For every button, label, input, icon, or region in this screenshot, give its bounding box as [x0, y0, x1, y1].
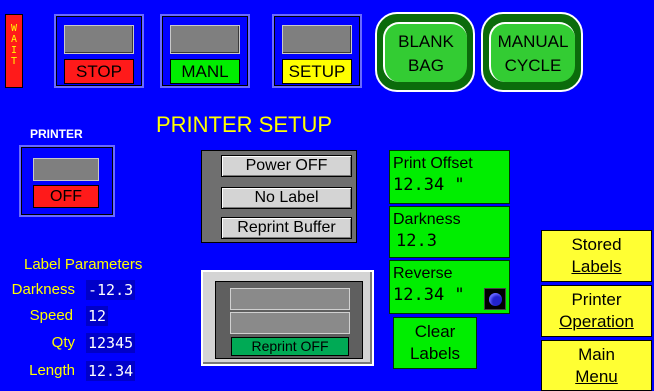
- stored-labels-line1: Stored: [571, 235, 622, 254]
- printer-off-button[interactable]: OFF: [33, 185, 99, 208]
- label-parameters-title: Label Parameters: [24, 256, 143, 273]
- setup-status-lamp: [282, 25, 352, 54]
- reverse-box: Reverse 12.34 ": [389, 260, 510, 314]
- printer-operation-line2: Operation: [542, 311, 651, 333]
- reverse-label: Reverse: [393, 265, 453, 282]
- main-menu-button[interactable]: Main Menu: [541, 340, 652, 391]
- manual-cycle-button[interactable]: MANUAL CYCLE: [481, 12, 583, 92]
- reverse-toggle-knob[interactable]: [484, 288, 506, 310]
- wait-indicator: W A I T: [5, 14, 23, 88]
- manual-cycle-face: MANUAL CYCLE: [489, 22, 575, 82]
- reprint-lamp-1: [230, 288, 350, 310]
- no-label-button[interactable]: No Label: [221, 187, 352, 209]
- blank-bag-label-line2: BAG: [408, 56, 444, 75]
- printer-operation-line1: Printer: [571, 290, 622, 309]
- stop-status-lamp: [64, 25, 134, 54]
- reprint-inner: Reprint OFF: [215, 281, 363, 359]
- speed-param-value[interactable]: 12: [86, 306, 109, 326]
- darkness-label: Darkness: [393, 211, 461, 228]
- stop-panel: STOP: [54, 14, 144, 88]
- length-param-label: Length: [29, 362, 75, 379]
- stored-labels-button[interactable]: Stored Labels: [541, 230, 652, 282]
- stop-button[interactable]: STOP: [64, 59, 134, 84]
- stored-labels-line2-text: Labels: [571, 257, 622, 276]
- power-off-button[interactable]: Power OFF: [221, 155, 352, 177]
- printer-heading: PRINTER: [30, 127, 83, 141]
- reprint-panel: Reprint OFF: [201, 270, 374, 366]
- length-param-value[interactable]: 12.34: [86, 361, 136, 381]
- stored-labels-line2: Labels: [542, 256, 651, 278]
- main-menu-line2: Menu: [542, 366, 651, 388]
- main-menu-line2-text: Menu: [575, 367, 618, 386]
- reprint-lamp-2: [230, 312, 350, 334]
- speed-param-label: Speed: [29, 307, 73, 324]
- page-title: PRINTER SETUP: [156, 112, 333, 137]
- darkness-value[interactable]: 12.3: [390, 230, 509, 252]
- printer-status-lamp: [33, 158, 99, 181]
- clear-labels-line1: Clear: [414, 322, 456, 341]
- printer-action-panel: Power OFF No Label Reprint Buffer: [201, 150, 357, 243]
- manl-status-lamp: [170, 25, 240, 54]
- print-offset-value[interactable]: 12.34 ": [390, 174, 509, 196]
- darkness-box: Darkness 12.3: [389, 206, 510, 258]
- manual-cycle-label-line1: MANUAL: [497, 32, 569, 51]
- reprint-buffer-button[interactable]: Reprint Buffer: [221, 217, 352, 239]
- printer-operation-line2-text: Operation: [559, 312, 634, 331]
- print-offset-box: Print Offset 12.34 ": [389, 150, 510, 204]
- manual-cycle-label-line2: CYCLE: [504, 56, 562, 75]
- manl-button[interactable]: MANL: [170, 59, 240, 84]
- manl-panel: MANL: [160, 14, 250, 88]
- print-offset-label: Print Offset: [393, 155, 473, 172]
- qty-param-label: Qty: [51, 334, 75, 351]
- setup-button[interactable]: SETUP: [282, 59, 352, 84]
- darkness-param-label: Darkness: [11, 281, 75, 298]
- setup-panel: SETUP: [272, 14, 362, 88]
- clear-labels-button[interactable]: Clear Labels: [393, 317, 477, 369]
- reprint-off-button[interactable]: Reprint OFF: [231, 337, 349, 356]
- printer-panel: OFF: [19, 145, 115, 217]
- qty-param-value[interactable]: 12345: [86, 333, 136, 353]
- clear-labels-line2: Labels: [409, 344, 461, 363]
- blank-bag-label-line1: BLANK: [398, 32, 454, 51]
- blank-bag-button[interactable]: BLANK BAG: [375, 12, 475, 92]
- printer-operation-button[interactable]: Printer Operation: [541, 285, 652, 337]
- darkness-param-value[interactable]: -12.3: [86, 280, 136, 300]
- main-menu-line1: Main: [578, 345, 615, 364]
- blank-bag-face: BLANK BAG: [383, 22, 467, 82]
